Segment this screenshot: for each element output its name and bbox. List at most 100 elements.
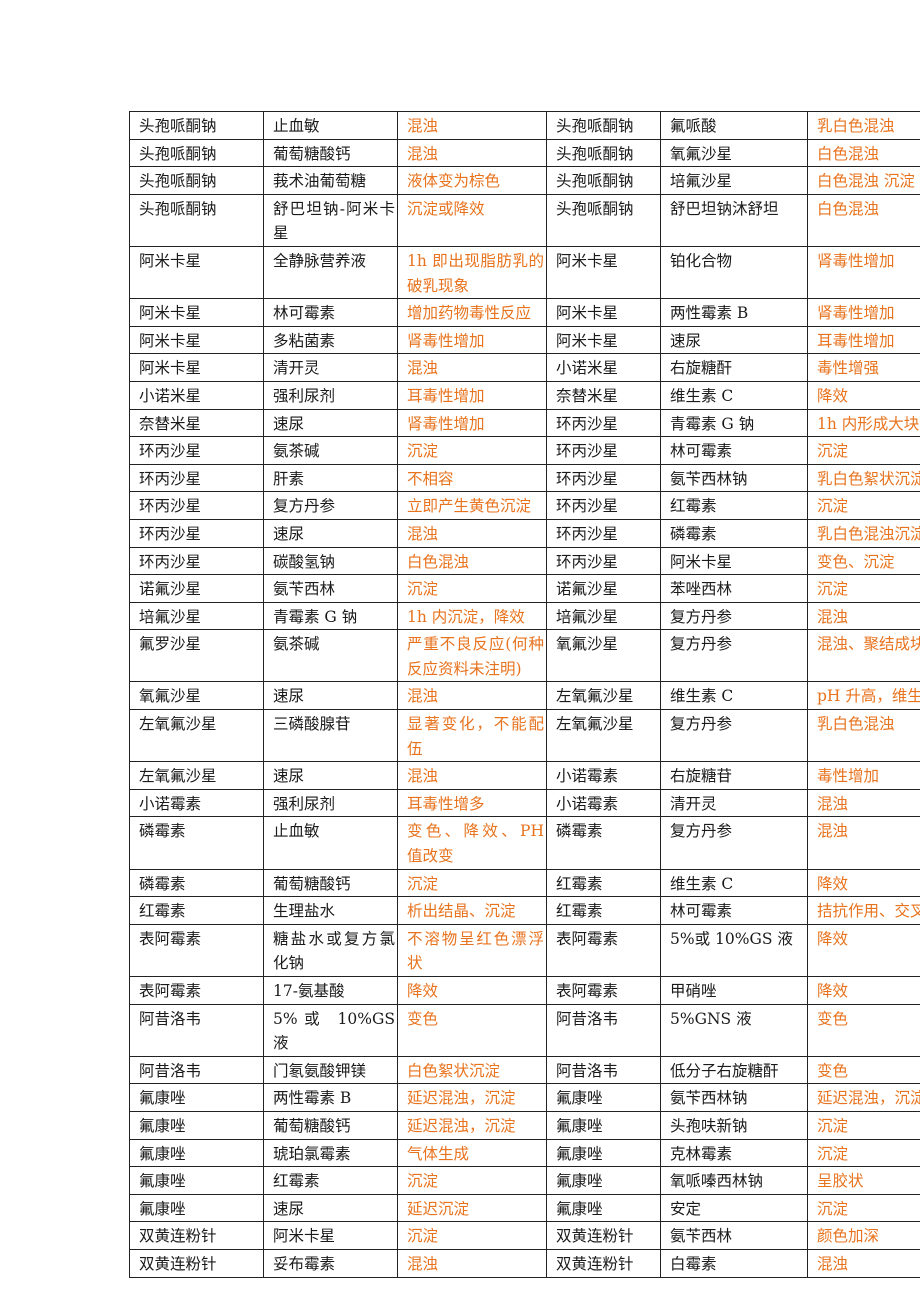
table-row: 双黄连粉针 妥布霉素 混浊 双黄连粉针 白霉素 混浊 (129, 1248, 920, 1278)
drug-a-cell: 环丙沙星 (546, 546, 661, 576)
drug-b-cell: 阿米卡星 (660, 546, 808, 576)
drug-b-cell: 复方丹参 (660, 816, 808, 870)
result-cell: 显著变化，不能配伍 (397, 709, 547, 763)
result-cell: 析出结晶、沉淀 (397, 896, 547, 925)
result-cell: 毒性增加 (807, 761, 920, 790)
drug-a-cell: 双黄连粉针 (546, 1221, 661, 1250)
drug-b-cell: 两性霉素 B (263, 1083, 398, 1112)
table-row: 双黄连粉针 阿米卡星 沉淀 双黄连粉针 氨苄西林 颜色加深 (129, 1221, 920, 1250)
result-cell: 增加药物毒性反应 (397, 298, 547, 327)
drug-b-cell: 速尿 (263, 518, 398, 548)
drug-b-cell: 速尿 (263, 408, 398, 438)
drug-b-cell: 5%GNS 液 (660, 1003, 808, 1057)
drug-b-cell: 速尿 (263, 1193, 398, 1223)
drug-a-cell: 阿米卡星 (129, 353, 264, 382)
result-cell: 肾毒性增加 (397, 408, 547, 438)
result-cell: 白色混浊 (807, 193, 920, 247)
drug-a-cell: 奈替米星 (546, 380, 661, 410)
table-row: 表阿霉素 糖盐水或复方氯化钠 不溶物呈红色漂浮状 表阿霉素 5%或 10%GS 液降效 (129, 923, 920, 978)
result-cell: 沉淀 (807, 1193, 920, 1223)
drug-b-cell: 磷霉素 (660, 518, 808, 548)
table-row: 阿米卡星 清开灵 混浊 小诺米星 右旋糖酐 毒性增强 (129, 353, 920, 382)
drug-a-cell: 环丙沙星 (129, 491, 264, 520)
result-cell: 混浊 (397, 1248, 547, 1278)
drug-b-cell: 全静脉营养液 (263, 245, 398, 300)
result-cell: 混浊 (397, 138, 547, 168)
drug-b-cell: 氨茶碱 (263, 436, 398, 465)
drug-a-cell: 阿米卡星 (546, 298, 661, 327)
table-row: 氟康唑 琥珀氯霉素 气体生成 氟康唑 克林霉素 沉淀 (129, 1138, 920, 1168)
drug-b-cell: 舒巴坦钠-阿米卡星 (263, 193, 398, 247)
result-cell: 白色混浊 (807, 138, 920, 168)
drug-b-cell: 止血敏 (263, 111, 398, 140)
drug-b-cell: 速尿 (263, 761, 398, 790)
drug-b-cell: 5%或 10%GS 液 (660, 923, 808, 978)
result-cell: 乳白色混浊 (807, 709, 920, 763)
drug-a-cell: 阿米卡星 (129, 325, 264, 355)
table-row: 磷霉素 止血敏 变色、降效、PH 值改变 磷霉素 复方丹参 混浊 (129, 816, 920, 870)
drug-a-cell: 表阿霉素 (546, 923, 661, 978)
drug-b-cell: 氨苄西林钠 (660, 463, 808, 493)
table-row: 阿昔洛韦 门氡氨酸钾镁 白色絮状沉淀 阿昔洛韦 低分子右旋糖酐 变色 (129, 1055, 920, 1085)
drug-a-cell: 氟康唑 (129, 1193, 264, 1223)
result-cell: 乳白色混浊沉淀 (807, 518, 920, 548)
drug-b-cell: 氨茶碱 (263, 629, 398, 683)
table-row: 小诺霉素 强利尿剂 耳毒性增多 小诺霉素 清开灵 混浊 (129, 788, 920, 818)
result-cell: 混浊 (807, 601, 920, 631)
drug-b-cell: 两性霉素 B (660, 298, 808, 327)
result-cell: 变色、降效、PH 值改变 (397, 816, 547, 870)
result-cell: 耳毒性增加 (397, 380, 547, 410)
table-row: 环丙沙星 肝素 不相容 环丙沙星 氨苄西林钠 乳白色絮状沉淀 (129, 463, 920, 493)
drug-a-cell: 表阿霉素 (129, 923, 264, 978)
drug-b-cell: 青霉素 G 钠 (263, 601, 398, 631)
drug-a-cell: 环丙沙星 (546, 408, 661, 438)
result-cell: 降效 (807, 976, 920, 1005)
drug-a-cell: 环丙沙星 (129, 463, 264, 493)
result-cell: 1h 内形成大块沉淀 (807, 408, 920, 438)
drug-a-cell: 氟康唑 (546, 1110, 661, 1140)
drug-a-cell: 头孢哌酮钠 (129, 193, 264, 247)
result-cell: 不溶物呈红色漂浮状 (397, 923, 547, 978)
drug-b-cell: 门氡氨酸钾镁 (263, 1055, 398, 1085)
result-cell: 肾毒性增加 (397, 325, 547, 355)
drug-b-cell: 碳酸氢钠 (263, 546, 398, 576)
result-cell: 耳毒性增多 (397, 788, 547, 818)
result-cell: 沉淀 (397, 574, 547, 603)
result-cell: 严重不良反应(何种反应资料未注明) (397, 629, 547, 683)
drug-b-cell: 右旋糖苷 (660, 761, 808, 790)
document-page: 头孢哌酮钠 止血敏 混浊 头孢哌酮钠 氟哌酸 乳白色混浊 头孢哌酮钠 葡萄糖酸钙 混浊 头孢哌酮钠… (0, 0, 920, 1302)
drug-b-cell: 妥布霉素 (263, 1248, 398, 1278)
drug-a-cell: 氧氟沙星 (546, 629, 661, 683)
drug-b-cell: 肝素 (263, 463, 398, 493)
table-row: 环丙沙星 速尿 混浊 环丙沙星 磷霉素 乳白色混浊沉淀 (129, 518, 920, 548)
drug-b-cell: 维生素 C (660, 868, 808, 898)
drug-b-cell: 阿米卡星 (263, 1221, 398, 1250)
result-cell: 乳白色混浊 (807, 111, 920, 140)
result-cell: 沉淀 (397, 1166, 547, 1195)
result-cell: 混浊 (397, 111, 547, 140)
drug-b-cell: 多粘菌素 (263, 325, 398, 355)
drug-b-cell: 林可霉素 (263, 298, 398, 327)
table-row: 氟康唑 红霉素 沉淀 氟康唑 氧哌嗪西林钠 呈胶状 (129, 1166, 920, 1195)
table-row: 环丙沙星 碳酸氢钠 白色混浊 环丙沙星 阿米卡星 变色、沉淀 (129, 546, 920, 576)
table-row: 氟康唑 葡萄糖酸钙 延迟混浊，沉淀 氟康唑 头孢呋新钠 沉淀 (129, 1110, 920, 1140)
drug-a-cell: 培氟沙星 (129, 601, 264, 631)
drug-a-cell: 双黄连粉针 (129, 1221, 264, 1250)
drug-a-cell: 环丙沙星 (129, 518, 264, 548)
drug-a-cell: 阿米卡星 (129, 298, 264, 327)
drug-a-cell: 双黄连粉针 (546, 1248, 661, 1278)
table-row: 培氟沙星 青霉素 G 钠 1h 内沉淀，降效 培氟沙星 复方丹参 混浊 (129, 601, 920, 631)
result-cell: 混浊 (397, 761, 547, 790)
drug-b-cell: 17-氨基酸 (263, 976, 398, 1005)
result-cell: 液体变为棕色 (397, 166, 547, 195)
drug-b-cell: 氨苄西林 (263, 574, 398, 603)
table-row: 氟康唑 两性霉素 B 延迟混浊，沉淀 氟康唑 氨苄西林钠 延迟混浊，沉淀 (129, 1083, 920, 1112)
result-cell: 耳毒性增加 (807, 325, 920, 355)
drug-a-cell: 表阿霉素 (129, 976, 264, 1005)
drug-b-cell: 复方丹参 (660, 601, 808, 631)
drug-a-cell: 环丙沙星 (546, 518, 661, 548)
drug-a-cell: 红霉素 (546, 896, 661, 925)
drug-b-cell: 清开灵 (660, 788, 808, 818)
drug-b-cell: 复方丹参 (263, 491, 398, 520)
result-cell: 沉淀 (807, 436, 920, 465)
